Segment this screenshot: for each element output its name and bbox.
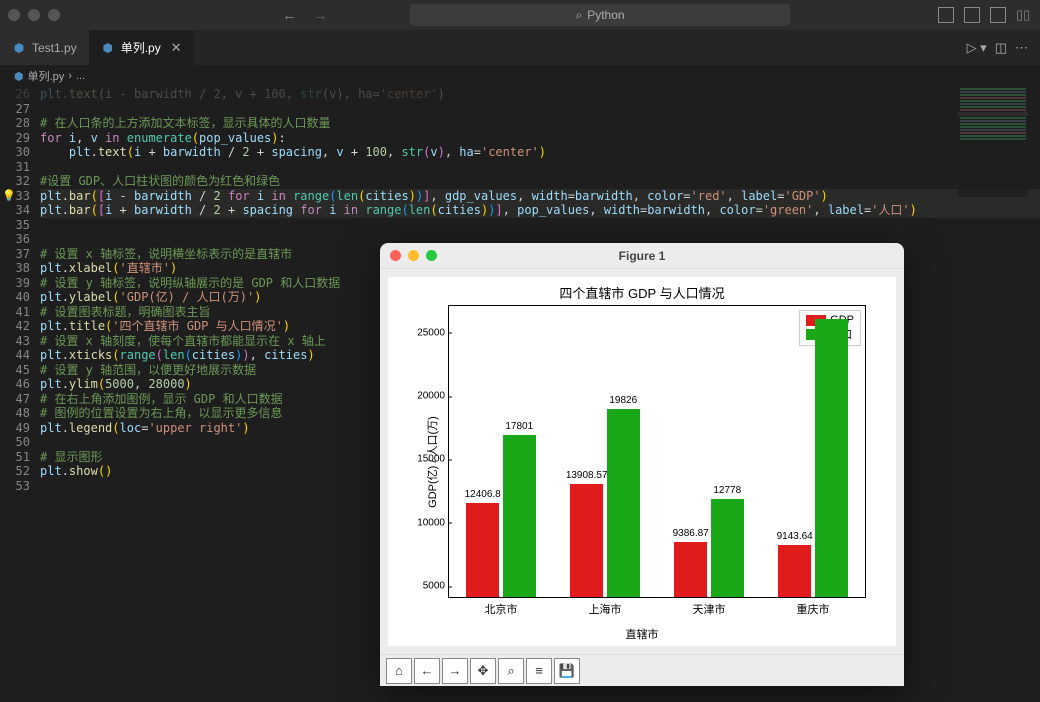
- code-line[interactable]: # 在人口条的上方添加文本标签，显示具体的人口数量: [40, 116, 1040, 131]
- line-gutter: 2627282930313233343536373839404142434445…: [6, 87, 40, 493]
- layout-icon-1[interactable]: [938, 7, 954, 23]
- fig-pan-icon[interactable]: ✥: [470, 658, 496, 684]
- code-line[interactable]: [40, 102, 1040, 117]
- ytick: 15000: [417, 454, 449, 465]
- bar-label: 9386.87: [673, 528, 709, 539]
- plot-area: GDP 人口 500010000150002000025000北京市12406.…: [448, 305, 866, 598]
- more-icon[interactable]: ⋯: [1015, 40, 1028, 56]
- plot-title: 四个直辖市 GDP 与人口情况: [388, 283, 896, 302]
- ytick: 25000: [417, 327, 449, 338]
- tab-actions: ▷ ▾ ◫ ⋯: [955, 30, 1040, 65]
- bar-label: 9143.64: [777, 531, 813, 542]
- fig-forward-icon[interactable]: →: [442, 658, 468, 684]
- max-dot[interactable]: [48, 9, 60, 21]
- bar-label: 17801: [505, 421, 533, 432]
- close-dot[interactable]: [8, 9, 20, 21]
- xtick: 北京市: [485, 597, 518, 617]
- layout-icon-2[interactable]: [964, 7, 980, 23]
- layout-icon-3[interactable]: [990, 7, 1006, 23]
- fig-zoom-icon[interactable]: ⌕: [498, 658, 524, 684]
- python-icon: ⬢: [14, 70, 24, 83]
- xtick: 上海市: [589, 597, 622, 617]
- figure-titlebar[interactable]: Figure 1: [380, 243, 904, 269]
- bar: 12778: [711, 499, 744, 597]
- nav-forward-icon[interactable]: →: [309, 5, 332, 26]
- tab-danlie[interactable]: ⬢ 单列.py ✕: [89, 30, 194, 65]
- xtick: 天津市: [693, 597, 726, 617]
- code-line[interactable]: #设置 GDP、人口柱状图的颜色为红色和绿色: [40, 174, 1040, 189]
- breadcrumb-sep: ›: [68, 70, 72, 82]
- run-icon[interactable]: ▷ ▾: [967, 40, 987, 56]
- nav-back-icon[interactable]: ←: [278, 5, 301, 26]
- min-dot[interactable]: [28, 9, 40, 21]
- close-icon[interactable]: ✕: [171, 40, 182, 56]
- plot-xlabel: 直辖市: [388, 626, 896, 642]
- xtick: 重庆市: [797, 597, 830, 617]
- fig-configure-icon[interactable]: ≡: [526, 658, 552, 684]
- bar-label: 19826: [609, 395, 637, 406]
- breadcrumb-rest: ...: [76, 70, 85, 82]
- command-search[interactable]: ⌕ Python: [410, 4, 790, 26]
- traffic-lights: [8, 9, 60, 21]
- window-titlebar: ← → ⌕ Python ▯▯: [0, 0, 1040, 30]
- bar: 12406.8: [466, 503, 499, 597]
- split-icon[interactable]: ◫: [995, 40, 1007, 56]
- bar-label: 12406.8: [465, 489, 501, 500]
- bar: [815, 319, 848, 597]
- code-line[interactable]: [40, 160, 1040, 175]
- layout-icon-4[interactable]: ▯▯: [1016, 7, 1032, 23]
- tab-label: Test1.py: [32, 41, 77, 55]
- editor-tabs: ⬢ Test1.py ⬢ 单列.py ✕ ▷ ▾ ◫ ⋯: [0, 30, 1040, 65]
- bar: 9143.64: [778, 545, 811, 597]
- fig-back-icon[interactable]: ←: [414, 658, 440, 684]
- figure-title: Figure 1: [380, 249, 904, 263]
- ytick: 10000: [417, 517, 449, 528]
- fig-home-icon[interactable]: ⌂: [386, 658, 412, 684]
- search-text: Python: [587, 8, 624, 22]
- code-line[interactable]: 💡plt.bar([i - barwidth / 2 for i in rang…: [40, 189, 1040, 204]
- breadcrumb-file: 单列.py: [28, 68, 65, 84]
- python-icon: ⬢: [101, 41, 115, 55]
- ytick: 20000: [417, 391, 449, 402]
- code-line[interactable]: [40, 218, 1040, 233]
- layout-icons: ▯▯: [938, 7, 1032, 23]
- code-line[interactable]: plt.text(i + barwidth / 2 + spacing, v +…: [40, 145, 1040, 160]
- search-icon: ⌕: [575, 8, 582, 23]
- bar: 9386.87: [674, 542, 707, 598]
- matplotlib-window: Figure 1 四个直辖市 GDP 与人口情况 GDP(亿) / 人口(万) …: [380, 243, 904, 686]
- python-icon: ⬢: [12, 41, 26, 55]
- code-line[interactable]: for i, v in enumerate(pop_values):: [40, 131, 1040, 146]
- lightbulb-icon[interactable]: 💡: [2, 189, 16, 204]
- bar-label: 13908.57: [566, 470, 608, 481]
- figure-toolbar: ⌂ ← → ✥ ⌕ ≡ 💾: [380, 654, 904, 686]
- tab-label: 单列.py: [121, 39, 161, 56]
- bar: 13908.57: [570, 484, 603, 597]
- bar: 19826: [607, 409, 640, 597]
- fig-save-icon[interactable]: 💾: [554, 658, 580, 684]
- tab-test1[interactable]: ⬢ Test1.py: [0, 30, 89, 65]
- code-line[interactable]: plt.bar([i + barwidth / 2 + spacing for …: [40, 203, 1040, 218]
- minimap[interactable]: [958, 87, 1028, 197]
- bar-label: 12778: [713, 485, 741, 496]
- figure-canvas[interactable]: 四个直辖市 GDP 与人口情况 GDP(亿) / 人口(万) 直辖市 GDP 人…: [388, 277, 896, 646]
- bar: 17801: [503, 435, 536, 597]
- ytick: 5000: [423, 581, 449, 592]
- breadcrumb[interactable]: ⬢ 单列.py › ...: [0, 65, 1040, 87]
- nav-arrows: ← →: [278, 5, 332, 26]
